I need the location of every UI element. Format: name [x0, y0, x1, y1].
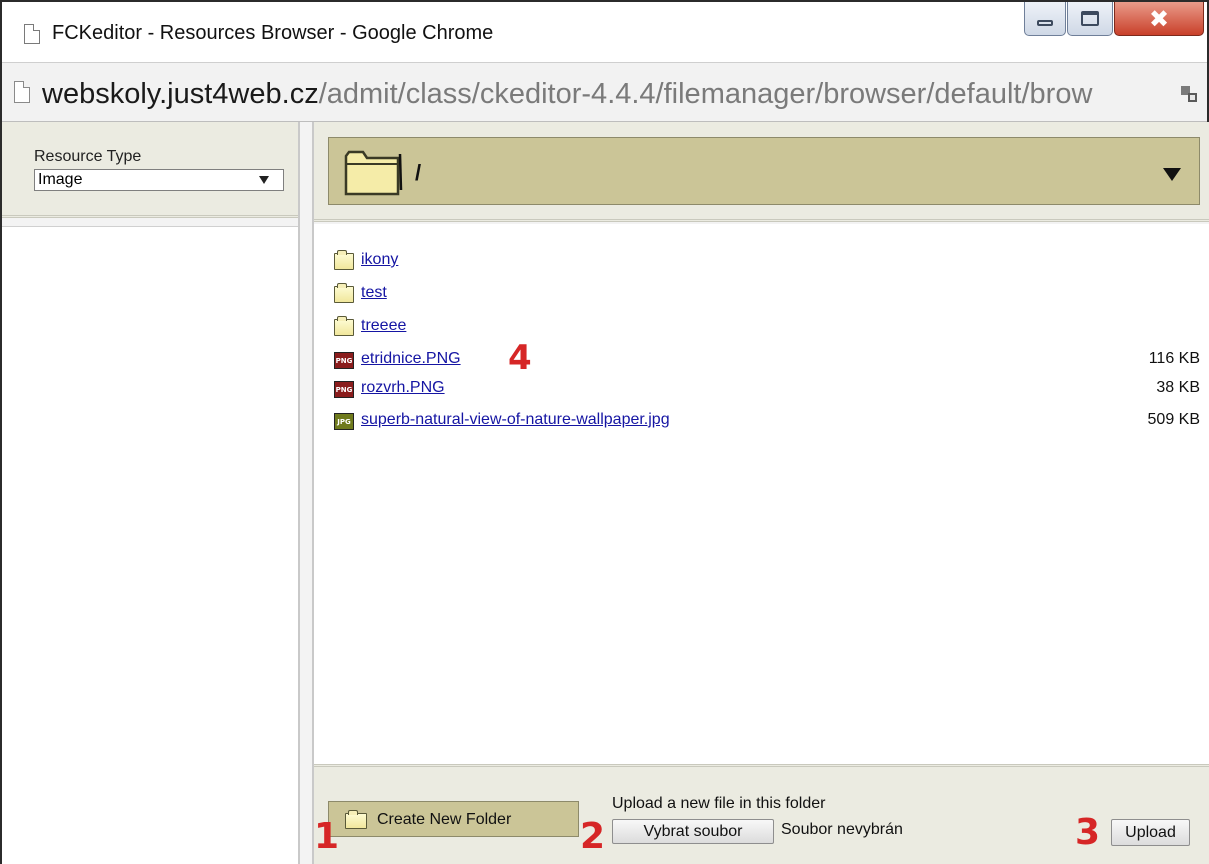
translate-icon[interactable]: [1180, 85, 1198, 103]
resource-type-select[interactable]: Image: [34, 169, 284, 191]
file-link[interactable]: test: [361, 284, 387, 302]
dropdown-arrow-icon: [259, 176, 269, 184]
resource-type-section: Resource Type Image: [2, 122, 298, 218]
list-item[interactable]: PNG etridnice.PNG 116 KB: [334, 350, 1200, 372]
folder-icon: [334, 316, 354, 336]
create-folder-button[interactable]: Create New Folder: [328, 801, 579, 837]
jpg-file-icon: JPG: [334, 413, 354, 430]
annotation-number: 3: [1075, 812, 1101, 853]
list-item[interactable]: test: [334, 283, 1200, 306]
resource-type-label: Resource Type: [34, 148, 142, 165]
annotation-number: 1: [314, 816, 340, 857]
png-file-icon: PNG: [334, 352, 354, 369]
file-link[interactable]: etridnice.PNG: [361, 350, 461, 368]
list-item[interactable]: ikony: [334, 250, 1200, 273]
title-bar: FCKeditor - Resources Browser - Google C…: [2, 2, 1207, 62]
right-panel: / ikony test treeee PNG etridnice.PNG 11…: [312, 122, 1209, 864]
current-folder-select[interactable]: /: [328, 137, 1200, 205]
page-icon: [14, 81, 30, 103]
current-path: /: [415, 160, 422, 185]
minimize-button[interactable]: [1024, 2, 1066, 36]
file-list: ikony test treeee PNG etridnice.PNG 116 …: [314, 224, 1209, 764]
path-toolbar: /: [314, 122, 1209, 222]
address-bar[interactable]: webskoly.just4web.cz/admit/class/ckedito…: [2, 62, 1207, 122]
file-size: 116 KB: [1148, 350, 1200, 367]
browser-window: FCKeditor - Resources Browser - Google C…: [0, 0, 1209, 864]
no-file-chosen-text: Soubor nevybrán: [781, 821, 903, 838]
folder-icon: [334, 283, 354, 303]
file-link[interactable]: superb-natural-view-of-nature-wallpaper.…: [361, 411, 670, 429]
file-link[interactable]: treeee: [361, 317, 406, 335]
choose-file-button[interactable]: Vybrat soubor: [612, 819, 774, 844]
folder-icon: [334, 250, 354, 270]
folder-tree-pane: [2, 226, 298, 864]
page-icon: [24, 24, 40, 44]
window-title: FCKeditor - Resources Browser - Google C…: [52, 22, 494, 44]
close-icon: ✖: [1148, 4, 1170, 33]
upload-button[interactable]: Upload: [1111, 819, 1190, 846]
minimize-icon: [1037, 19, 1053, 26]
png-file-icon: PNG: [334, 381, 354, 398]
list-item[interactable]: PNG rozvrh.PNG 38 KB: [334, 379, 1200, 401]
url-path: /admit/class/ckeditor-4.4.4/filemanager/…: [318, 78, 1093, 110]
maximize-icon: [1081, 11, 1099, 26]
annotation-number: 4: [508, 338, 532, 378]
folder-icon: [345, 810, 367, 829]
dropdown-arrow-icon: [1163, 168, 1181, 181]
file-size: 509 KB: [1147, 411, 1200, 428]
close-button[interactable]: ✖: [1114, 2, 1204, 36]
upload-label: Upload a new file in this folder: [612, 795, 826, 812]
url-text[interactable]: webskoly.just4web.cz/admit/class/ckedito…: [42, 78, 1180, 111]
annotation-number: 2: [580, 816, 606, 857]
list-item[interactable]: treeee: [334, 316, 1200, 339]
file-link[interactable]: rozvrh.PNG: [361, 379, 445, 397]
url-host: webskoly.just4web.cz: [42, 78, 319, 110]
left-panel: Resource Type Image: [2, 122, 300, 864]
folder-icon: [344, 150, 403, 196]
file-size: 38 KB: [1156, 379, 1200, 396]
maximize-button[interactable]: [1067, 2, 1113, 36]
create-folder-label: Create New Folder: [377, 811, 512, 828]
resource-type-value: Image: [38, 171, 83, 188]
list-item[interactable]: JPG superb-natural-view-of-nature-wallpa…: [334, 411, 1200, 433]
file-link[interactable]: ikony: [361, 251, 398, 269]
